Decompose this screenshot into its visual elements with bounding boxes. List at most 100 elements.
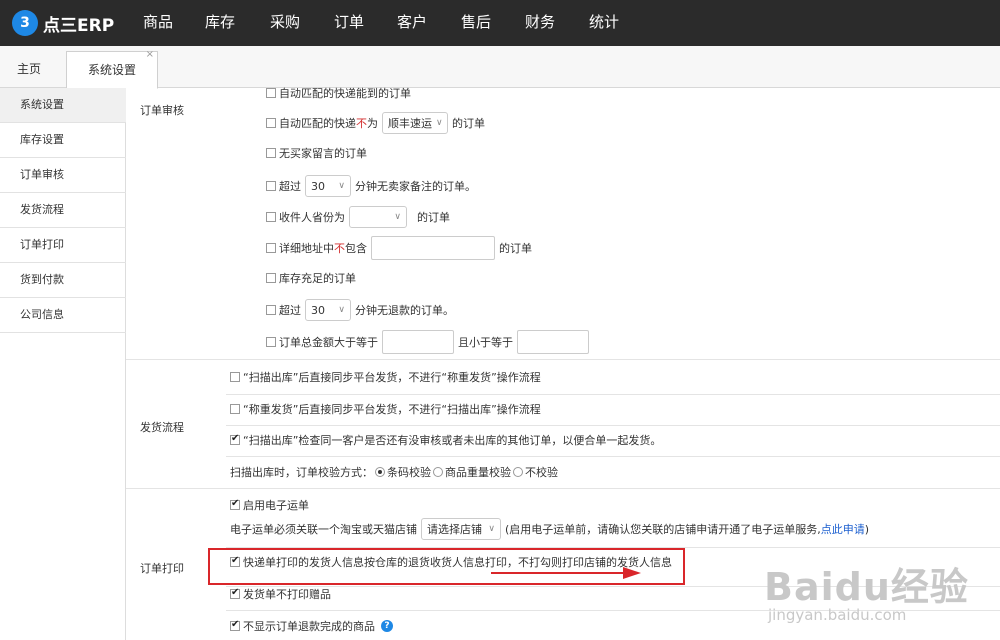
apply-link[interactable]: 点此申请 bbox=[821, 521, 865, 537]
negation-text: 不 bbox=[356, 117, 367, 130]
radio-label: 不校验 bbox=[525, 466, 558, 479]
option-label: 收件人省份为 bbox=[279, 211, 345, 224]
option-label: “扫描出库”后直接同步平台发货，不进行“称重发货”操作流程 bbox=[243, 371, 541, 384]
address-keyword-input[interactable] bbox=[371, 236, 495, 260]
option-label: 订单总金额大于等于 bbox=[279, 336, 378, 349]
close-icon[interactable]: × bbox=[146, 48, 154, 62]
option-label: 分钟无退款的订单。 bbox=[355, 304, 454, 317]
checkbox[interactable] bbox=[266, 212, 276, 222]
nav-item-customers[interactable]: 客户 bbox=[397, 0, 427, 46]
checkbox[interactable] bbox=[266, 337, 276, 347]
select-value: 30 bbox=[311, 303, 325, 317]
chevron-down-icon: ∨ bbox=[394, 212, 401, 222]
option-row: 超过 30 ∨ 分钟无卖家备注的订单。 bbox=[266, 173, 476, 199]
checkbox[interactable] bbox=[230, 619, 240, 631]
nav-item-orders[interactable]: 订单 bbox=[334, 0, 364, 46]
option-label: ) bbox=[864, 522, 870, 536]
nav-item-after-sales[interactable]: 售后 bbox=[461, 0, 491, 46]
section-divider bbox=[126, 359, 1000, 360]
tab-label: 系统设置 bbox=[87, 63, 136, 77]
option-label: 的订单 bbox=[417, 211, 450, 224]
app-logo[interactable]: 3 点三ERP bbox=[12, 9, 114, 37]
checkbox[interactable] bbox=[266, 243, 276, 253]
section-divider bbox=[126, 488, 1000, 489]
tab-system-settings[interactable]: 系统设置 × bbox=[66, 48, 158, 89]
chevron-down-icon: ∨ bbox=[436, 118, 443, 128]
option-label: 包含 bbox=[345, 242, 367, 255]
option-label: 无买家留言的订单 bbox=[279, 147, 367, 160]
checkbox[interactable] bbox=[230, 498, 240, 510]
minutes-select[interactable]: 30 ∨ bbox=[305, 175, 351, 197]
nav-item-products[interactable]: 商品 bbox=[143, 0, 173, 46]
nav-item-inventory[interactable]: 库存 bbox=[205, 0, 235, 46]
option-label: “扫描出库”检查同一客户是否还有没审核或者未出库的其他订单，以便合单一起发货。 bbox=[243, 434, 662, 447]
logo-text: 点三ERP bbox=[43, 15, 115, 36]
courier-select[interactable]: 顺丰速运 ∨ bbox=[382, 112, 448, 134]
sidebar-item-inventory-settings[interactable]: 库存设置 bbox=[0, 123, 126, 158]
checkbox[interactable] bbox=[266, 118, 276, 128]
option-row: “扫描出库”检查同一客户是否还有没审核或者未出库的其他订单，以便合单一起发货。 bbox=[230, 433, 661, 447]
option-row: 无买家留言的订单 bbox=[266, 146, 367, 160]
watermark-brand: Baidu经验 bbox=[764, 565, 969, 609]
sidebar-item-system-settings[interactable]: 系统设置 bbox=[0, 88, 126, 123]
checkbox[interactable] bbox=[266, 273, 276, 283]
province-select[interactable]: ∨ bbox=[349, 206, 407, 228]
select-value: 30 bbox=[311, 179, 325, 193]
checkbox[interactable] bbox=[230, 372, 240, 382]
nav-item-statistics[interactable]: 统计 bbox=[589, 0, 619, 46]
sidebar-item-order-printing[interactable]: 订单打印 bbox=[0, 228, 126, 263]
option-label: 为 bbox=[367, 117, 378, 130]
sidebar-item-shipping-flow[interactable]: 发货流程 bbox=[0, 193, 126, 228]
checkbox[interactable] bbox=[230, 404, 240, 414]
option-row: 电子运单必须关联一个淘宝或天猫店铺 请选择店铺 ∨ (启用电子运单前，请确认您关联… bbox=[230, 516, 869, 542]
option-label: (启用电子运单前，请确认您关联的店铺申请开通了电子运单服务, bbox=[505, 523, 821, 536]
chevron-down-icon: ∨ bbox=[338, 181, 345, 191]
option-label: 超过 bbox=[279, 180, 301, 193]
option-label: 启用电子运单 bbox=[243, 499, 309, 512]
section-label-order-review: 订单审核 bbox=[140, 104, 184, 117]
option-row: 订单总金额大于等于 且小于等于 bbox=[266, 329, 593, 355]
nav-item-purchasing[interactable]: 采购 bbox=[270, 0, 300, 46]
option-row: 库存充足的订单 bbox=[266, 271, 356, 285]
checkbox[interactable] bbox=[230, 587, 240, 599]
checkbox[interactable] bbox=[266, 148, 276, 158]
radio-label: 商品重量校验 bbox=[445, 466, 511, 479]
option-row: 收件人省份为 ∨ 的订单 bbox=[266, 204, 450, 230]
section-label-order-printing: 订单打印 bbox=[140, 562, 184, 575]
row-divider bbox=[226, 394, 1000, 395]
row-divider bbox=[226, 456, 1000, 457]
store-select[interactable]: 请选择店铺 ∨ bbox=[421, 518, 501, 540]
settings-content: 订单审核 自动匹配的快递能到的订单 自动匹配的快递 不 为 顺丰速运 ∨ 的订单 … bbox=[126, 87, 1000, 640]
radio-button[interactable] bbox=[513, 467, 523, 477]
radio-button[interactable] bbox=[375, 467, 385, 477]
top-nav-bar: 3 点三ERP 商品 库存 采购 订单 客户 售后 财务 统计 bbox=[0, 0, 1000, 46]
option-label: “称重发货”后直接同步平台发货，不进行“扫描出库”操作流程 bbox=[243, 403, 541, 416]
option-label: 不显示订单退款完成的商品 bbox=[243, 620, 375, 633]
nav-item-finance[interactable]: 财务 bbox=[525, 0, 555, 46]
row-divider bbox=[226, 425, 1000, 426]
baidu-jingyan-watermark: Baidu经验 jingyan.baidu.com bbox=[754, 550, 994, 632]
amount-min-input[interactable] bbox=[382, 330, 454, 354]
option-row: 发货单不打印赠品 bbox=[230, 587, 331, 601]
radio-button[interactable] bbox=[433, 467, 443, 477]
sidebar-item-order-review[interactable]: 订单审核 bbox=[0, 158, 126, 193]
option-label: 库存充足的订单 bbox=[279, 272, 356, 285]
tab-strip: 主页 系统设置 × bbox=[0, 46, 1000, 89]
tab-home[interactable]: 主页 bbox=[17, 54, 41, 88]
checkbox[interactable] bbox=[266, 181, 276, 191]
option-row: 扫描出库时，订单校验方式： 条码校验 商品重量校验 不校验 bbox=[230, 465, 558, 479]
checkbox[interactable] bbox=[266, 88, 276, 98]
arrow-right-icon bbox=[491, 567, 641, 579]
minutes-select[interactable]: 30 ∨ bbox=[305, 299, 351, 321]
amount-max-input[interactable] bbox=[517, 330, 589, 354]
option-row: “扫描出库”后直接同步平台发货，不进行“称重发货”操作流程 bbox=[230, 370, 541, 384]
option-row: 启用电子运单 bbox=[230, 498, 309, 512]
checkbox[interactable] bbox=[266, 305, 276, 315]
settings-sidebar: 系统设置 库存设置 订单审核 发货流程 订单打印 货到付款 公司信息 bbox=[0, 88, 126, 640]
option-row: 超过 30 ∨ 分钟无退款的订单。 bbox=[266, 297, 454, 323]
select-value: 请选择店铺 bbox=[427, 523, 482, 536]
sidebar-item-cash-on-delivery[interactable]: 货到付款 bbox=[0, 263, 126, 298]
checkbox[interactable] bbox=[230, 433, 240, 445]
help-icon[interactable]: ? bbox=[381, 620, 393, 632]
sidebar-item-company-info[interactable]: 公司信息 bbox=[0, 298, 126, 333]
